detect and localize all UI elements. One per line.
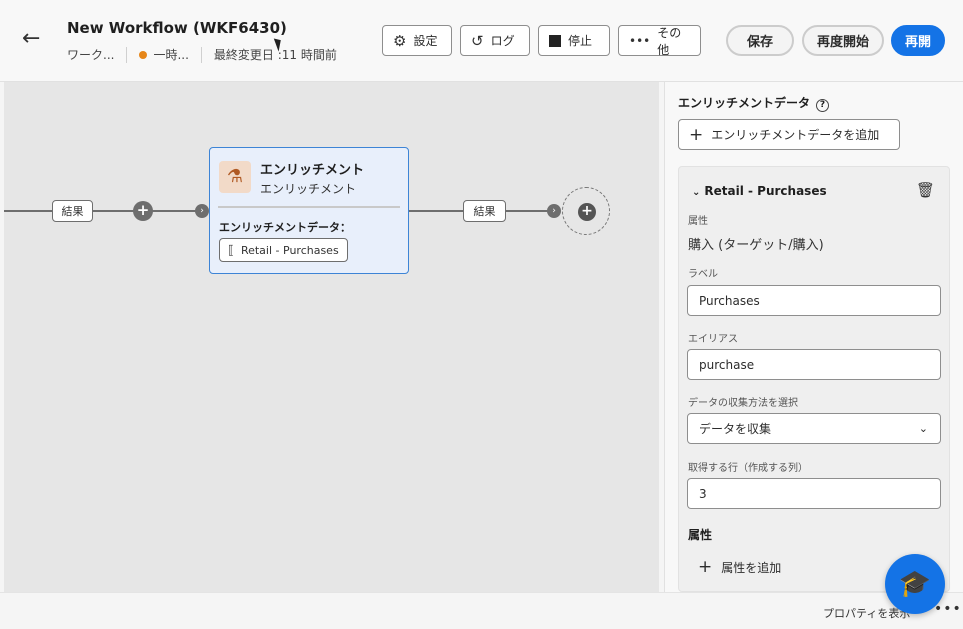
chevron-down-icon: ⌄: [918, 422, 928, 435]
collect-method-value: データを収集: [699, 422, 772, 436]
result-chip[interactable]: 結果: [463, 200, 506, 222]
card-title-label: Retail - Purchases: [704, 184, 827, 198]
collect-method-label: データの収集方法を選択: [688, 398, 798, 409]
back-arrow-icon[interactable]: ←: [22, 26, 50, 54]
more-dots-icon[interactable]: •••: [934, 601, 962, 617]
share-icon: ⟦: [228, 243, 234, 257]
card-title[interactable]: ⌄ Retail - Purchases: [692, 184, 827, 198]
collect-method-select[interactable]: データを収集 ⌄: [687, 413, 941, 444]
stop-icon: [549, 34, 561, 47]
more-button[interactable]: ••• その他: [618, 25, 701, 57]
add-attribute-button[interactable]: + 属性を追加: [698, 557, 781, 577]
enrichment-node[interactable]: ⚗ エンリッチメント エンリッチメント エンリッチメントデータ： ⟦ Retai…: [209, 147, 409, 274]
properties-panel: エンリッチメントデータ? + エンリッチメントデータを追加 ⌄ Retail - …: [664, 82, 963, 592]
enrichment-tag[interactable]: ⟦ Retail - Purchases: [219, 238, 348, 262]
node-subtitle: エンリッチメント: [260, 182, 357, 196]
history-icon: ↺: [471, 31, 484, 50]
enrichment-tag-label: Retail - Purchases: [240, 243, 339, 257]
status-dot-icon: [139, 50, 148, 59]
restart-button[interactable]: 再度開始: [802, 25, 884, 56]
flask-icon: ⚗: [219, 161, 251, 193]
workflow-meta: ワーク... 一時... 最終変更日 :11 時間前: [67, 46, 337, 63]
learn-graduation-cap-icon[interactable]: 🎓: [885, 554, 945, 614]
divider: [200, 46, 202, 63]
help-icon[interactable]: ?: [816, 99, 830, 112]
more-label: その他: [657, 25, 682, 57]
divider: [126, 46, 128, 63]
save-button[interactable]: 保存: [726, 25, 794, 56]
resume-button[interactable]: 再開: [891, 25, 945, 56]
stop-button[interactable]: 停止: [538, 25, 610, 56]
alias-label: エイリアス: [688, 334, 738, 345]
divider: [218, 206, 400, 208]
last-modified: 最終変更日 :11 時間前: [213, 48, 337, 62]
node-section-label: エンリッチメントデータ：: [219, 221, 351, 234]
add-node-placeholder[interactable]: +: [562, 187, 610, 235]
more-dots-icon: •••: [629, 33, 651, 48]
enrichment-card: ⌄ Retail - Purchases 🗑 属性 購入 (ターゲット/購入) ラ…: [678, 166, 950, 592]
plus-icon: +: [578, 203, 596, 221]
result-chip[interactable]: 結果: [52, 200, 93, 222]
gear-icon: ⚙: [393, 31, 407, 50]
rows-input[interactable]: 3: [687, 478, 941, 509]
workflow-canvas[interactable]: 結果 + › ⚗ エンリッチメント エンリッチメント エンリッチメントデータ： …: [4, 82, 659, 592]
rows-label: 取得する行（作成する列）: [688, 463, 808, 474]
trash-icon[interactable]: 🗑: [916, 181, 935, 199]
panel-heading: エンリッチメントデータ?: [678, 94, 830, 112]
node-title: エンリッチメント: [260, 163, 365, 178]
workflow-title: New Workflow (WKF6430): [67, 19, 287, 37]
workflow-status: 一時...: [153, 48, 189, 62]
add-attribute-label: 属性を追加: [721, 560, 782, 575]
plus-icon: +: [689, 124, 704, 145]
settings-label: 設定: [413, 34, 438, 48]
add-activity-icon[interactable]: +: [133, 201, 153, 221]
label-input[interactable]: Purchases: [687, 285, 941, 316]
footer-bar: プロパティを表示 •••: [0, 592, 963, 629]
settings-button[interactable]: ⚙ 設定: [382, 25, 452, 56]
chevron-right-icon: ›: [195, 204, 209, 218]
add-enrichment-button[interactable]: + エンリッチメントデータを追加: [678, 119, 900, 150]
alias-input[interactable]: purchase: [687, 349, 941, 380]
plus-icon: +: [698, 557, 713, 577]
attribute-label: 属性: [688, 216, 708, 227]
connector-line: [4, 210, 200, 212]
stop-label: 停止: [568, 34, 593, 48]
attribute-value: 購入 (ターゲット/購入): [688, 238, 824, 253]
add-enrichment-label: エンリッチメントデータを追加: [711, 128, 880, 142]
workflow-type: ワーク...: [67, 48, 115, 62]
workflow-header: ← New Workflow (WKF6430) ワーク... 一時... 最終…: [0, 0, 963, 82]
chevron-right-icon: ›: [547, 204, 561, 218]
attributes-section-title: 属性: [688, 528, 713, 542]
log-label: ログ: [490, 34, 515, 48]
log-button[interactable]: ↺ ログ: [460, 25, 530, 56]
panel-heading-label: エンリッチメントデータ: [678, 96, 811, 110]
label-label: ラベル: [688, 269, 718, 280]
chevron-down-icon: ⌄: [692, 187, 701, 198]
